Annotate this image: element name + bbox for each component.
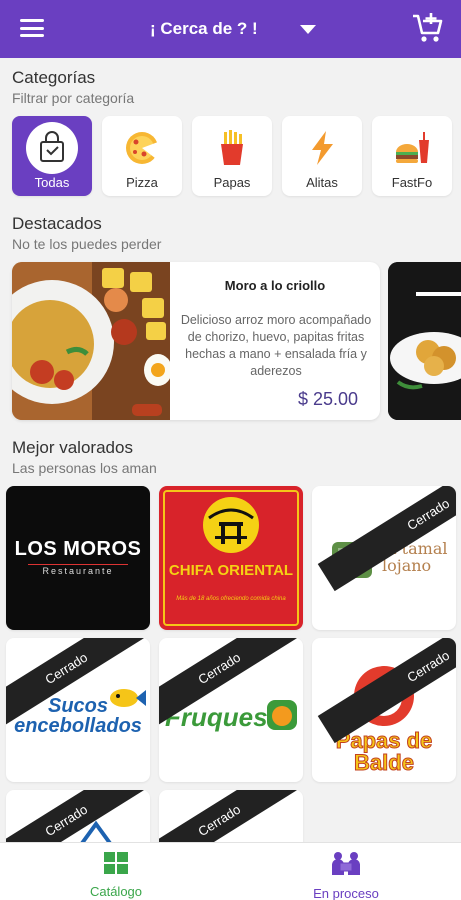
location-label: ¡ Cerca de ? ! bbox=[150, 19, 258, 38]
nav-label: En proceso bbox=[313, 886, 379, 900]
logo-divider bbox=[28, 564, 128, 565]
add-to-cart-icon[interactable] bbox=[411, 12, 445, 44]
restaurant-card-chifa-oriental[interactable]: CHIFA ORIENTAL Más de 18 años ofreciendo… bbox=[159, 486, 303, 630]
featured-item-name: Moro a lo criollo bbox=[224, 278, 326, 293]
categories-title: Categorías bbox=[12, 68, 96, 87]
pizza-icon bbox=[122, 128, 162, 168]
grid-icon bbox=[104, 852, 128, 874]
restaurant-card-fruques[interactable]: Fruques Cerrado bbox=[159, 638, 303, 782]
top-app-bar: ¡ Cerca de ? ! bbox=[0, 0, 461, 58]
restaurant-card-los-moros[interactable]: LOS MOROS Restaurante bbox=[6, 486, 150, 630]
nav-en-proceso[interactable]: En proceso bbox=[286, 851, 406, 900]
bottom-navigation: Catálogo En proceso bbox=[0, 842, 461, 900]
location-selector[interactable]: ¡ Cerca de ? ! bbox=[150, 16, 316, 42]
category-label: Alitas bbox=[306, 175, 338, 190]
pagoda-logo-icon bbox=[203, 497, 259, 553]
chevron-down-icon bbox=[299, 24, 316, 34]
categories-subtitle: Filtrar por categoría bbox=[12, 90, 135, 106]
featured-item-card-next[interactable] bbox=[388, 262, 461, 420]
category-fastfood[interactable]: FastFo bbox=[372, 116, 452, 196]
category-label: Todas bbox=[34, 175, 70, 190]
featured-item-price: $ 25.00 bbox=[297, 389, 358, 409]
hamburger-icon[interactable] bbox=[18, 16, 46, 40]
nav-catalogo[interactable]: Catálogo bbox=[56, 851, 176, 899]
top-rated-subtitle: Las personas los aman bbox=[12, 460, 157, 476]
fast-food-icon bbox=[392, 128, 432, 168]
featured-title: Destacados bbox=[12, 214, 102, 233]
delivery-people-icon bbox=[332, 852, 360, 875]
nav-label: Catálogo bbox=[89, 884, 143, 899]
category-list: Todas Pizza Papas Alitas FastFo bbox=[12, 116, 452, 196]
fish-logo-icon bbox=[110, 689, 146, 707]
restaurant-card-sucos[interactable]: Sucos encebollados Cerrado bbox=[6, 638, 150, 782]
featured-item-description: Delicioso arroz moro acompañado de chori… bbox=[180, 313, 372, 378]
category-label: FastFo bbox=[391, 175, 433, 190]
fries-icon bbox=[212, 128, 252, 168]
top-rated-title: Mejor valorados bbox=[12, 438, 133, 457]
featured-item-card[interactable]: Moro a lo criollo Delicioso arroz moro a… bbox=[12, 262, 380, 420]
category-alitas[interactable]: Alitas bbox=[282, 116, 362, 196]
category-papas[interactable]: Papas bbox=[192, 116, 272, 196]
category-pizza[interactable]: Pizza bbox=[102, 116, 182, 196]
category-label: Pizza bbox=[126, 175, 158, 190]
featured-subtitle: No te los puedes perder bbox=[12, 236, 162, 252]
category-label: Papas bbox=[213, 175, 251, 190]
restaurant-logo-subtext: Restaurante bbox=[42, 566, 114, 576]
restaurant-logo-text: LOS MOROS bbox=[14, 538, 142, 560]
lightning-icon bbox=[302, 128, 342, 168]
restaurant-logo-subtext: Más de 18 años ofreciendo comida china bbox=[176, 596, 286, 602]
restaurant-card-tamal-lojano[interactable]: el tamal lojano Cerrado bbox=[312, 486, 456, 630]
category-todas[interactable]: Todas bbox=[12, 116, 92, 196]
shopping-bag-icon bbox=[26, 122, 78, 174]
app-screen: ¡ Cerca de ? ! Categorías Filtrar por ca… bbox=[0, 0, 461, 900]
orange-logo-icon bbox=[267, 700, 297, 730]
restaurant-card-papas-de-balde[interactable]: Papas de Balde Cerrado bbox=[312, 638, 456, 782]
featured-item-image bbox=[12, 262, 170, 420]
restaurant-logo-text: CHIFA ORIENTAL bbox=[168, 562, 294, 579]
